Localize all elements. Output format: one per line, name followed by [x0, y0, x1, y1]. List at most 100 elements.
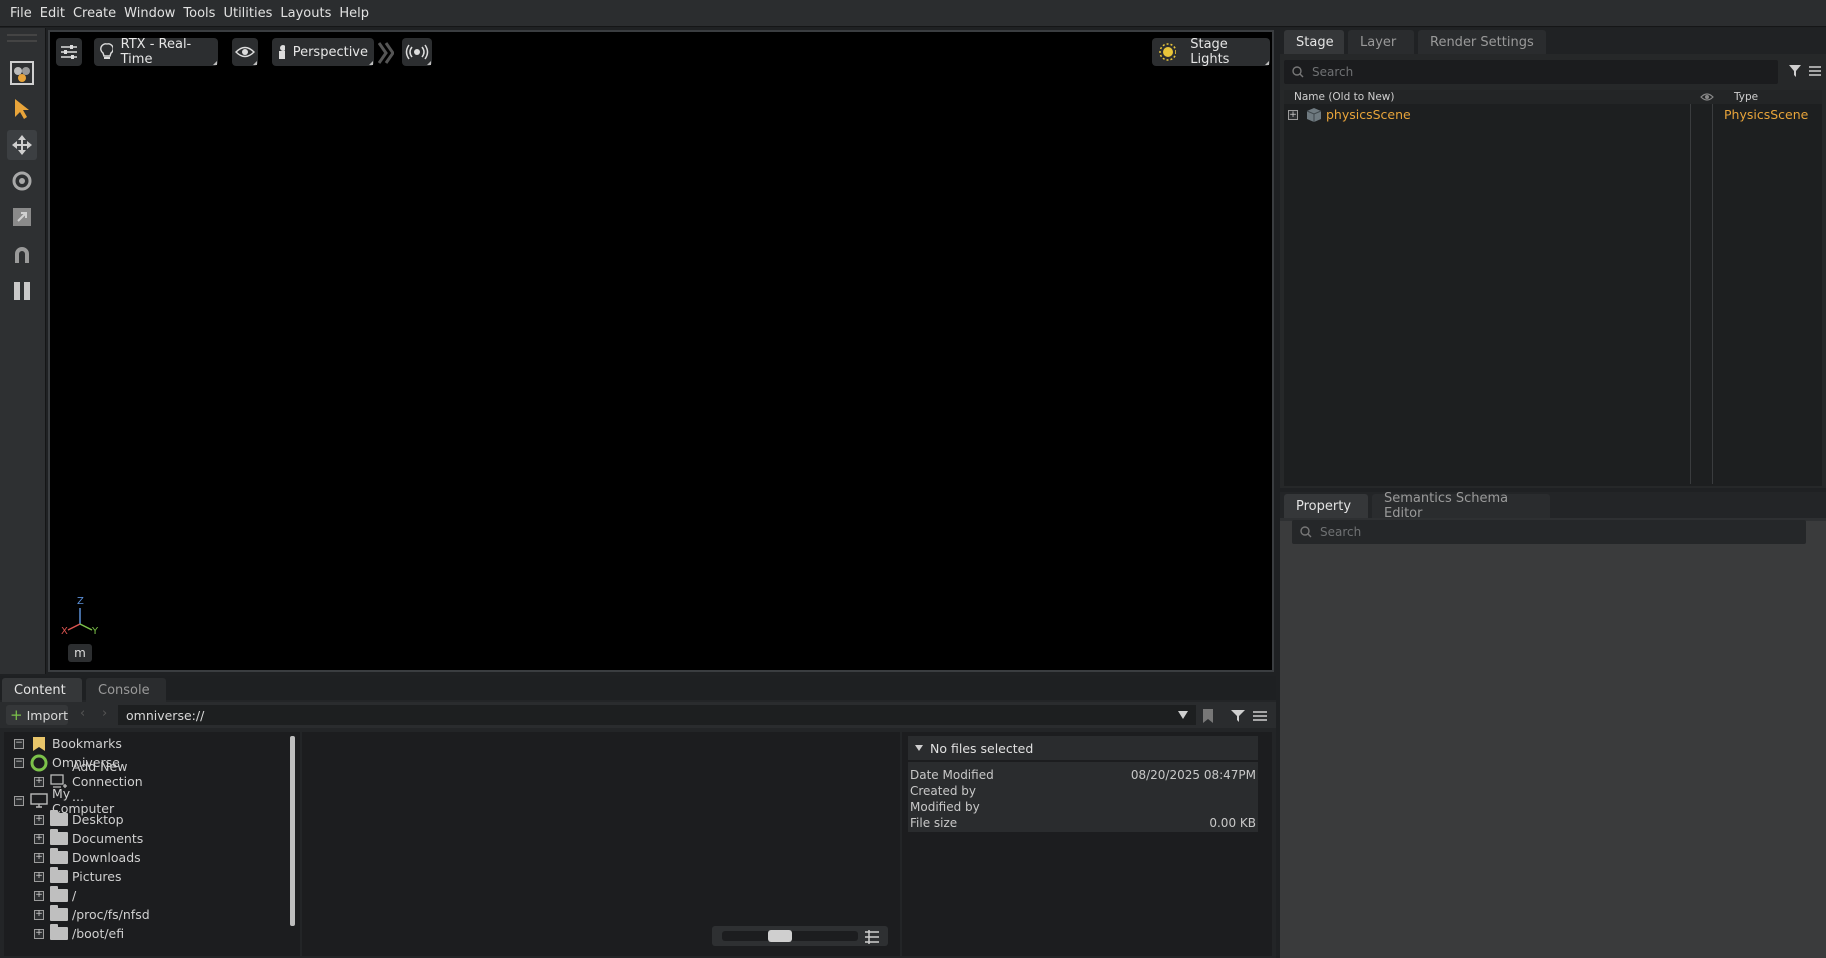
menu-window[interactable]: Window [120, 6, 179, 21]
details-header-label: No files selected [930, 740, 1034, 756]
stage-panel: Stage Layer Render Settings Search Name … [1280, 28, 1826, 488]
chevron-right-icon [377, 42, 395, 67]
tree-item-downloads[interactable]: + Downloads [4, 848, 141, 867]
stage-search-placeholder: Search [1312, 65, 1354, 79]
back-arrow-icon[interactable]: ‹ [80, 706, 85, 721]
menu-icon[interactable] [1252, 710, 1268, 722]
forward-arrow-icon[interactable]: › [102, 706, 107, 721]
expand-icon[interactable]: + [34, 890, 44, 901]
property-tab-row: Property Semantics Schema Editor [1280, 491, 1826, 521]
visibility-button[interactable] [232, 38, 258, 66]
menu-layouts[interactable]: Layouts [276, 6, 335, 21]
import-button[interactable]: + Import [6, 705, 68, 725]
prim-type: PhysicsScene [1724, 107, 1809, 122]
filter-icon[interactable] [1788, 64, 1802, 81]
menu-edit[interactable]: Edit [36, 6, 69, 21]
menu-create[interactable]: Create [69, 6, 120, 21]
axis-y-label: Y [92, 626, 99, 637]
triangle-down-icon [915, 745, 923, 751]
tab-layer[interactable]: Layer [1348, 30, 1414, 54]
dropdown-corner-icon [213, 61, 217, 65]
bookmark-icon[interactable] [1202, 708, 1214, 724]
collapse-icon[interactable]: − [14, 757, 24, 768]
expand-icon[interactable]: + [34, 852, 44, 863]
expand-icon[interactable]: + [34, 833, 44, 844]
tree-label: Desktop [72, 812, 124, 827]
stage-lights-button[interactable]: Stage Lights [1152, 37, 1270, 67]
broadcast-button[interactable] [402, 38, 432, 66]
tree-item-boot-efi[interactable]: + /boot/efi [4, 924, 124, 943]
tree-item-root[interactable]: + / [4, 886, 76, 905]
viewport[interactable]: RTX - Real-Time Perspective Stage Lights… [48, 30, 1274, 672]
move-button[interactable] [7, 130, 37, 160]
tab-stage[interactable]: Stage [1284, 30, 1344, 54]
folder-icon [50, 867, 68, 883]
tab-property[interactable]: Property [1284, 494, 1368, 518]
folder-icon [50, 924, 68, 940]
dropdown-arrow-icon[interactable] [1177, 710, 1189, 720]
slider-handle[interactable] [768, 930, 792, 942]
plus-icon: + [10, 706, 23, 724]
tree-item-proc-fs-nfsd[interactable]: + /proc/fs/nfsd [4, 905, 150, 924]
details-header[interactable]: No files selected [908, 736, 1258, 760]
viewport-settings-button[interactable] [56, 38, 82, 66]
folder-icon [50, 848, 68, 864]
tree-item-desktop[interactable]: + Desktop [4, 810, 124, 829]
list-view-icon[interactable] [864, 930, 880, 944]
menu-utilities[interactable]: Utilities [219, 6, 276, 21]
tab-console[interactable]: Console [86, 678, 166, 702]
detail-label: Date Modified [910, 768, 994, 782]
camera-button[interactable]: Perspective [272, 38, 374, 66]
expand-icon[interactable]: + [34, 871, 44, 882]
expand-icon[interactable]: + [34, 928, 44, 939]
tab-render-settings[interactable]: Render Settings [1418, 30, 1546, 54]
dropdown-corner-icon [369, 61, 373, 65]
file-grid[interactable] [302, 732, 900, 956]
dropdown-corner-icon [427, 61, 431, 65]
omniverse-icon [30, 754, 48, 771]
expand-icon[interactable]: + [1288, 110, 1298, 120]
tree-item-documents[interactable]: + Documents [4, 829, 143, 848]
rotate-button[interactable] [7, 166, 37, 196]
property-search-input[interactable]: Search [1292, 520, 1806, 544]
path-input[interactable]: omniverse:// [118, 705, 1196, 725]
detail-label: Created by [910, 784, 977, 798]
scale-button[interactable] [7, 202, 37, 232]
column-name-header[interactable]: Name (Old to New) [1294, 91, 1394, 103]
collapse-icon[interactable]: − [14, 738, 24, 749]
search-icon [1300, 526, 1312, 538]
tree-scrollbar[interactable] [290, 736, 295, 926]
detail-value: 08/20/2025 08:47PM [1130, 768, 1256, 782]
detail-label: File size [910, 816, 958, 830]
tree-item-pictures[interactable]: + Pictures [4, 867, 122, 886]
select-mode-button[interactable] [7, 58, 37, 88]
filter-icon[interactable] [1230, 709, 1246, 723]
menu-file[interactable]: File [6, 6, 36, 21]
snap-button[interactable] [7, 240, 37, 270]
stage-search-input[interactable]: Search [1284, 60, 1778, 84]
detail-created-by: Created by [910, 784, 1256, 800]
tab-content[interactable]: Content [2, 678, 82, 702]
detail-file-size: File size 0.00 KB [910, 816, 1256, 832]
renderer-button[interactable]: RTX - Real-Time [94, 37, 218, 67]
move-icon [12, 135, 32, 155]
stage-lights-label: Stage Lights [1190, 37, 1230, 67]
table-row[interactable]: + physicsScene PhysicsScene [1284, 106, 1822, 124]
menu-tools[interactable]: Tools [179, 6, 219, 21]
menu-help[interactable]: Help [335, 6, 373, 21]
tab-semantics-schema-editor[interactable]: Semantics Schema Editor [1372, 491, 1550, 521]
dropdown-corner-icon [1265, 61, 1269, 65]
pause-button[interactable] [7, 276, 37, 306]
unit-label: m [68, 644, 92, 662]
expand-icon[interactable]: + [34, 776, 44, 787]
menu-icon[interactable] [1808, 65, 1822, 80]
toolbar-grip[interactable] [7, 34, 37, 42]
expand-icon[interactable]: + [34, 814, 44, 825]
column-type-header[interactable]: Type [1734, 91, 1758, 103]
stage-tree: Name (Old to New) Type + physicsScene Ph… [1284, 90, 1822, 486]
select-button[interactable] [7, 94, 37, 124]
camera-icon [279, 45, 285, 59]
expand-icon[interactable]: + [34, 909, 44, 920]
collapse-icon[interactable]: − [14, 795, 24, 806]
eye-icon[interactable] [1700, 92, 1714, 102]
